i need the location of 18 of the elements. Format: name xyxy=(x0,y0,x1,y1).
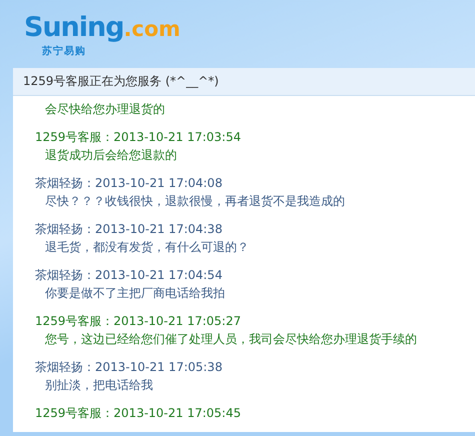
message-header: 茶烟轻扬：2013-10-21 17:05:38 xyxy=(35,359,222,376)
message-header: 茶烟轻扬：2013-10-21 17:04:38 xyxy=(35,221,222,238)
message-header: 1259号客服：2013-10-21 17:05:45 xyxy=(35,405,241,422)
logo-suffix: .com xyxy=(124,17,180,41)
message-text: 你要是做不了主把厂商电话给我拍 xyxy=(44,285,225,302)
message-header: 1259号客服：2013-10-21 17:05:27 xyxy=(35,313,241,330)
message-text: 您号，这边已经给您们催了处理人员，我司会尽快给您办理退货手续的 xyxy=(44,331,417,348)
chat-title: 1259号客服正在为您服务 (*^__^*) xyxy=(13,68,475,96)
message-header: 茶烟轻扬：2013-10-21 17:04:54 xyxy=(35,267,222,284)
logo-subtitle: 苏宁易购 xyxy=(42,44,86,58)
message-text: 退毛货，都没有发货，有什么可退的？ xyxy=(44,239,249,256)
message-text: 尽快？？？收钱很快，退款很慢，再者退货不是我造成的 xyxy=(44,193,345,210)
message-header: 茶烟轻扬：2013-10-21 17:04:08 xyxy=(35,175,222,192)
message-text: 会尽快给您办理退货的 xyxy=(44,101,165,118)
logo-wordmark: Suning xyxy=(24,12,124,43)
message-text: 退货成功后会给您退款的 xyxy=(44,147,177,164)
message-text: 别扯淡，把电话给我 xyxy=(44,377,153,394)
message-header: 1259号客服：2013-10-21 17:03:54 xyxy=(35,129,241,146)
